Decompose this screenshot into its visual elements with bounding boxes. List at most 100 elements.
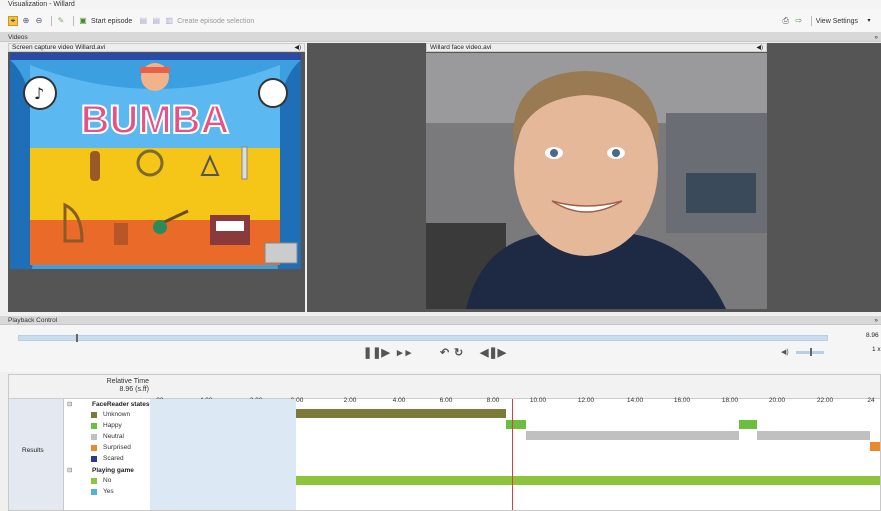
tick-label: 24 xyxy=(867,397,875,404)
volume-icon: ◀) xyxy=(781,349,789,356)
state-bar[interactable] xyxy=(739,420,757,429)
pin-icon[interactable]: » xyxy=(874,33,878,42)
tick-label: 10.00 xyxy=(529,397,547,404)
state-bar[interactable] xyxy=(870,442,880,451)
pin-icon[interactable]: » xyxy=(874,316,878,325)
tick-label: 22.00 xyxy=(816,397,834,404)
legend-item: Yes xyxy=(91,488,114,495)
step-back-forward-button[interactable]: ◀❚▶ xyxy=(480,346,506,359)
legend-item: Happy xyxy=(91,422,122,429)
legend-label: Happy xyxy=(103,422,122,429)
legend-panel: ⊟ FaceReader states ⊟ Playing game Unkno… xyxy=(64,399,150,510)
toolbar-separator xyxy=(810,16,812,26)
undo-icon[interactable]: ↶ xyxy=(440,346,449,359)
state-bar[interactable] xyxy=(296,476,880,485)
play-pause-button[interactable]: ❚❚▶ xyxy=(363,346,390,359)
playback-scrubber[interactable] xyxy=(18,334,828,342)
zoom-in-icon[interactable]: ⊕ xyxy=(21,16,31,26)
timeline-pre-start-region xyxy=(150,399,296,510)
legend-item: Scared xyxy=(91,455,124,462)
legend-label: Yes xyxy=(103,488,114,495)
legend-swatch xyxy=(91,411,97,418)
video-title: Screen capture video Willard.avi xyxy=(12,44,106,51)
legend-label: Surprised xyxy=(103,444,131,451)
tick-label: 16.00 xyxy=(673,397,691,404)
start-episode-icon: ▣ xyxy=(79,16,87,25)
section-title: Playback Control xyxy=(8,317,58,324)
playback-control: 8.96 1 x ❚❚▶ ▸ ▸ ↶ ↻ ◀❚▶ ◀) xyxy=(0,325,881,372)
svg-text:♪: ♪ xyxy=(34,84,44,103)
legend-item: Unknown xyxy=(91,411,130,418)
tick-label: 12.00 xyxy=(577,397,595,404)
row-header-results: Results xyxy=(22,447,44,454)
speed-label: 1 x xyxy=(872,346,881,353)
refresh-icon[interactable]: ↻ xyxy=(454,346,463,359)
create-episode-selection-button[interactable]: Create episode selection xyxy=(177,18,254,25)
end-time: 8.96 xyxy=(866,332,879,339)
state-bar[interactable] xyxy=(296,409,506,418)
legend-label: No xyxy=(103,477,112,484)
videos-section-header: Videos » xyxy=(0,33,881,42)
legend-label: Unknown xyxy=(103,411,131,418)
legend-group-title: Playing game xyxy=(92,467,134,474)
toolbar-separator xyxy=(73,16,74,26)
step-frame-button[interactable]: ▸ ▸ xyxy=(397,346,411,359)
legend-group-title: FaceReader states xyxy=(92,401,150,408)
state-bar[interactable] xyxy=(526,431,739,440)
window-title: Visualization - Willard xyxy=(0,0,881,10)
edit-icon[interactable]: ✎ xyxy=(56,16,66,26)
screen-capture-video[interactable]: ♪ BUMBA xyxy=(10,53,301,269)
timeline-chart: Relative Time 8.96 (s.ff) .00-4.00-2.000… xyxy=(8,374,881,511)
volume-thumb[interactable] xyxy=(810,348,812,356)
export-icon[interactable]: ⇨ xyxy=(794,16,804,26)
game-logo: BUMBA xyxy=(81,98,230,142)
speaker-icon[interactable]: ◀) xyxy=(294,44,301,52)
legend-item: Surprised xyxy=(91,444,131,451)
legend-swatch xyxy=(91,455,97,462)
tick-label: 14.00 xyxy=(626,397,644,404)
playback-section-header: Playback Control » xyxy=(0,316,881,325)
legend-item: Neutral xyxy=(91,433,124,440)
print-icon[interactable]: ⎙ xyxy=(781,16,791,26)
start-episode-button[interactable]: Start episode xyxy=(91,18,132,25)
episode-icon[interactable]: ▤ xyxy=(138,16,148,26)
time-cursor[interactable] xyxy=(512,399,513,510)
face-video[interactable] xyxy=(426,53,767,309)
legend-swatch xyxy=(91,444,97,451)
selection-icon: ▥ xyxy=(165,16,174,25)
tick-label: 4.00 xyxy=(392,397,406,404)
video-title: Willard face video.avi xyxy=(430,44,492,51)
row-header-column: Results xyxy=(9,399,64,510)
chevron-down-icon[interactable]: ▾ xyxy=(864,16,874,26)
toolbar: ⌖ ⊕ ⊖ ✎ ▣ Start episode ▤ ▤ ▥ Create epi… xyxy=(0,10,881,33)
select-icon[interactable]: ⌖ xyxy=(8,16,18,26)
legend-swatch xyxy=(91,477,97,484)
tick-label: 6.00 xyxy=(439,397,453,404)
tick-label: 2.00 xyxy=(343,397,357,404)
tick-label: 8.00 xyxy=(486,397,500,404)
zoom-out-icon[interactable]: ⊖ xyxy=(34,16,44,26)
legend-swatch xyxy=(91,488,97,495)
video-titlebar: Screen capture video Willard.avi ◀) xyxy=(8,43,305,52)
legend-swatch xyxy=(91,422,97,429)
state-bar[interactable] xyxy=(506,420,526,429)
collapse-icon[interactable]: ⊟ xyxy=(67,400,72,408)
legend-swatch xyxy=(91,433,97,440)
legend-item: No xyxy=(91,477,111,484)
video-titlebar: Willard face video.avi ◀) xyxy=(426,43,767,52)
view-settings-button[interactable]: View Settings xyxy=(816,18,858,25)
tick-label: 20.00 xyxy=(768,397,786,404)
collapse-icon[interactable]: ⊟ xyxy=(67,466,72,474)
speaker-icon[interactable]: ◀) xyxy=(756,44,763,52)
face-video-panel: Willard face video.avi ◀) xyxy=(307,43,881,312)
ruler-title: Relative Time xyxy=(106,378,149,385)
tick-label: 18.00 xyxy=(721,397,739,404)
toolbar-separator xyxy=(51,16,52,26)
volume-slider[interactable] xyxy=(796,348,824,356)
state-bar[interactable] xyxy=(757,431,870,440)
episode-icon[interactable]: ▤ xyxy=(151,16,161,26)
screen-capture-video-panel: Screen capture video Willard.avi ◀) ♪ BU… xyxy=(8,43,305,312)
legend-label: Neutral xyxy=(103,433,124,440)
scrubber-thumb[interactable] xyxy=(76,334,78,342)
legend-label: Scared xyxy=(103,455,124,462)
